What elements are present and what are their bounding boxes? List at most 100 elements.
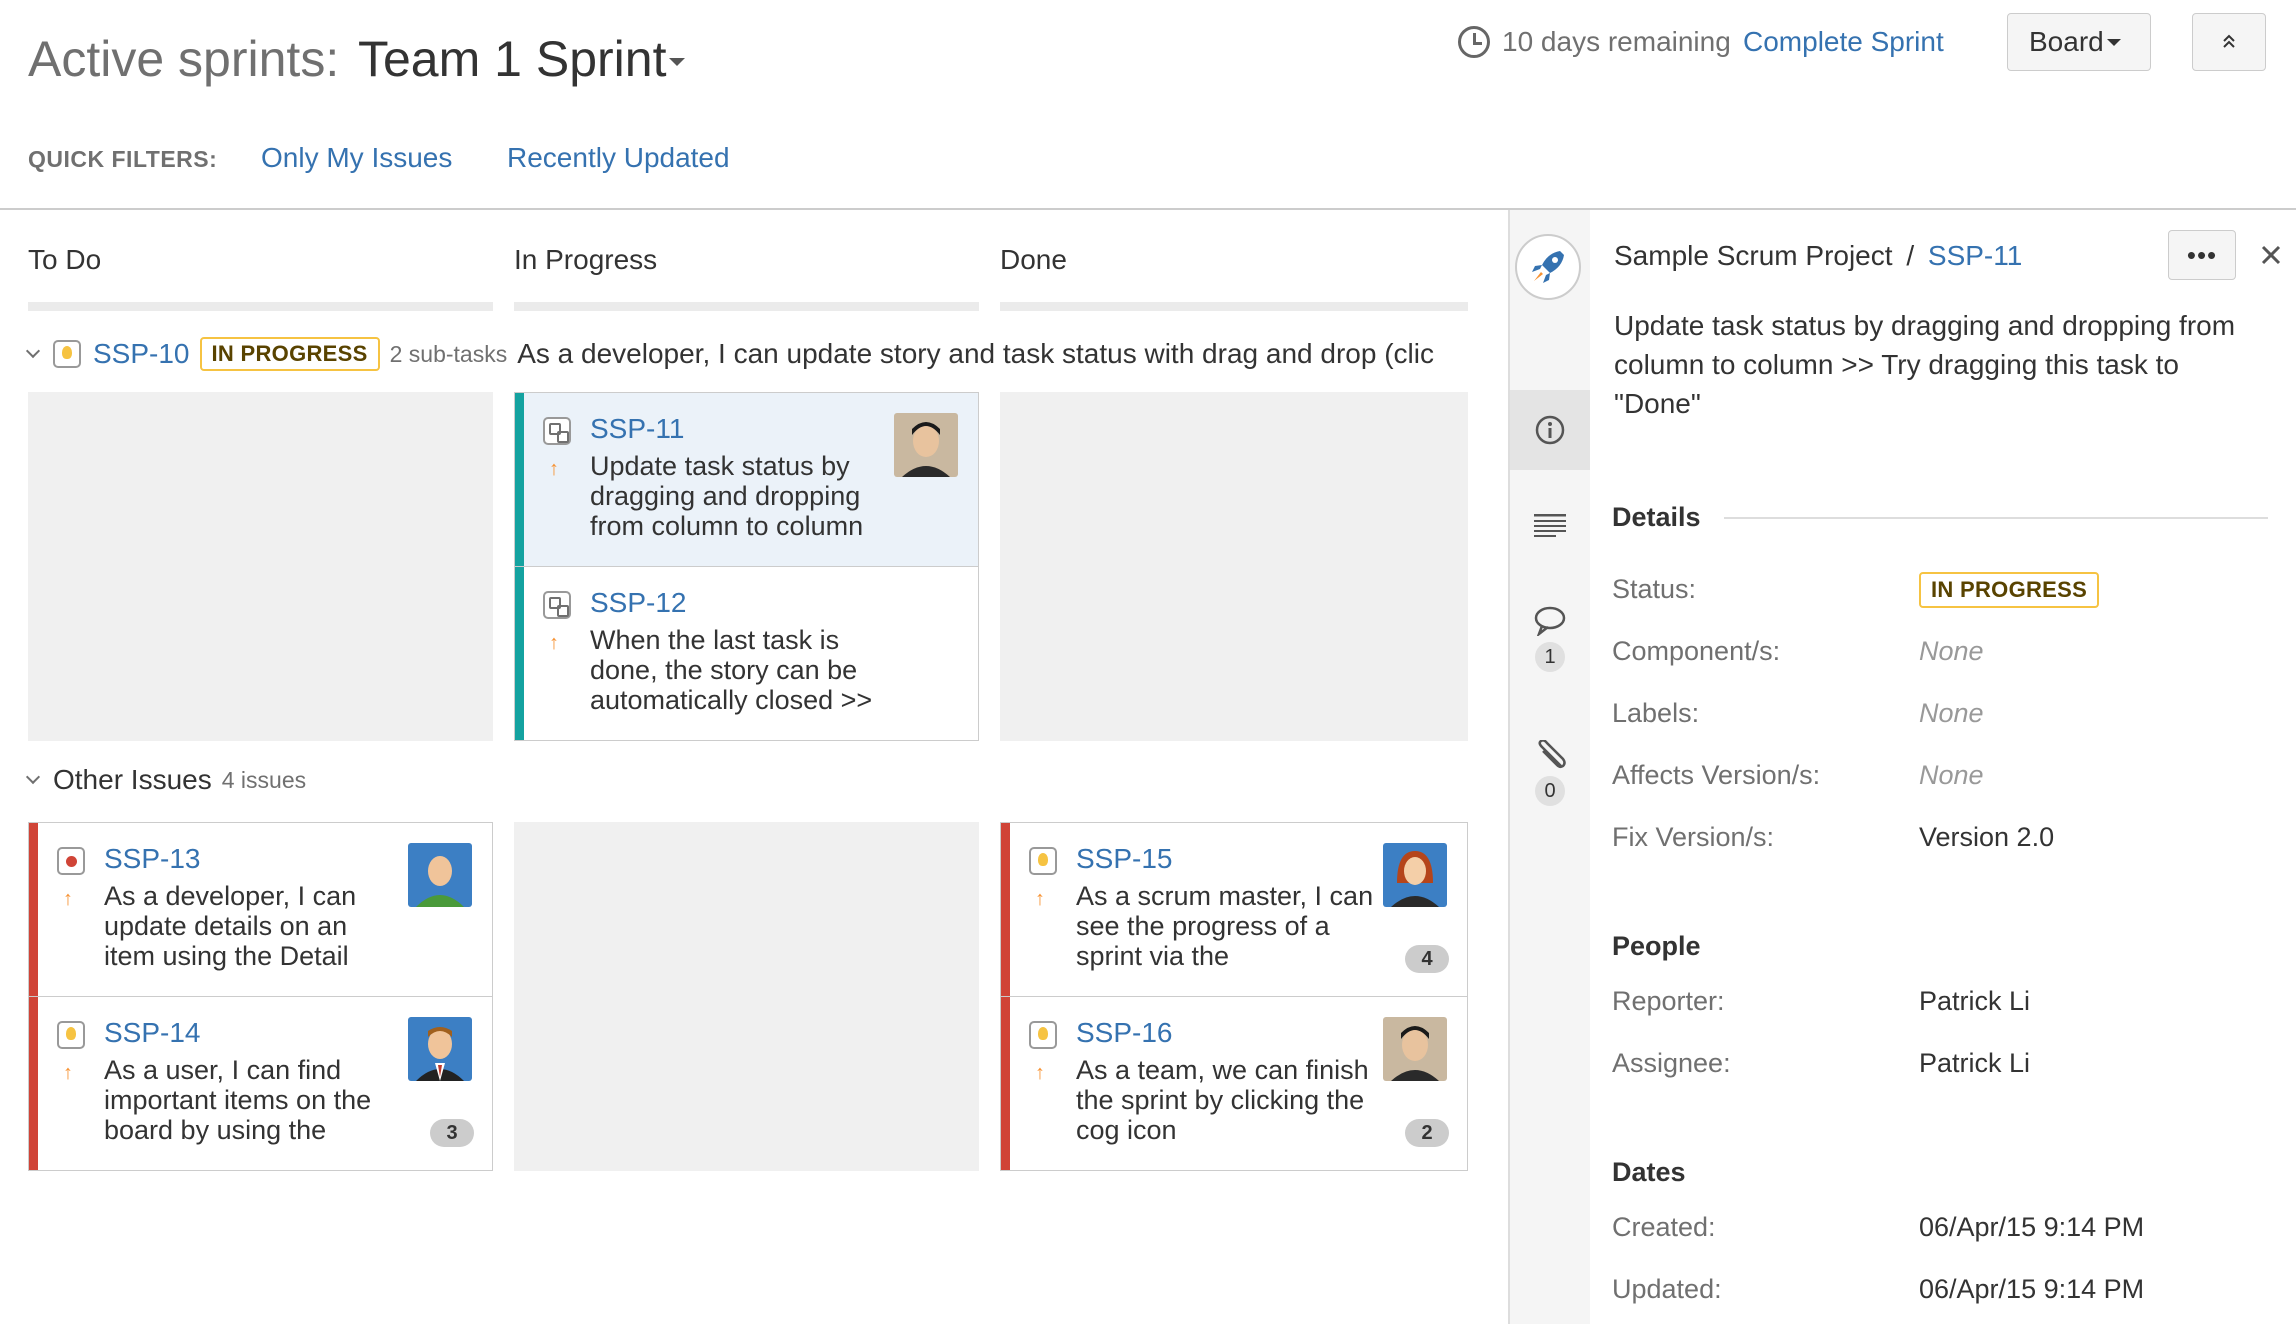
updated-label: Updated: xyxy=(1612,1274,1722,1304)
breadcrumb-issue-key[interactable]: SSP-11 xyxy=(1928,240,2022,271)
quick-filters-label: QUICK FILTERS: xyxy=(28,146,218,172)
project-avatar xyxy=(1515,234,1581,300)
story-icon xyxy=(53,340,81,368)
chevron-down-icon[interactable] xyxy=(669,58,685,66)
priority-arrow-icon: ↑ xyxy=(1035,1062,1045,1084)
issue-card[interactable]: ↑ SSP-11 Update task status by dragging … xyxy=(514,392,979,567)
swimlane-header-other[interactable]: Other Issues 4 issues xyxy=(25,764,307,796)
filter-recently-updated[interactable]: Recently Updated xyxy=(507,142,730,174)
rocket-icon xyxy=(1532,251,1564,283)
story-icon xyxy=(57,1021,85,1049)
column-progress-bar xyxy=(28,302,493,311)
column-header-todo: To Do xyxy=(28,244,102,275)
card-grabber[interactable] xyxy=(515,393,524,566)
status-badge[interactable]: IN PROGRESS xyxy=(1919,572,2100,608)
tab-attachments[interactable]: 0 xyxy=(1510,740,1590,806)
issue-count: 4 issues xyxy=(221,766,307,793)
chevron-down-icon[interactable] xyxy=(25,343,41,359)
complete-sprint-link[interactable]: Complete Sprint xyxy=(1743,26,1944,58)
more-actions-button[interactable]: ••• xyxy=(2168,230,2236,280)
card-issue-key[interactable]: SSP-12 xyxy=(590,587,687,619)
days-remaining: 10 days remaining xyxy=(1502,26,1731,57)
card-issue-key[interactable]: SSP-13 xyxy=(104,843,201,875)
attachment-count: 0 xyxy=(1535,776,1565,806)
assignee-value[interactable]: Patrick Li xyxy=(1919,1048,2030,1079)
card-grabber[interactable] xyxy=(29,997,38,1170)
close-detail-button[interactable] xyxy=(2256,240,2286,270)
reporter-value[interactable]: Patrick Li xyxy=(1919,986,2030,1017)
assignee-avatar xyxy=(408,1017,472,1081)
status-badge: IN PROGRESS xyxy=(199,337,380,371)
board-button[interactable]: Board xyxy=(2007,13,2151,71)
labels-value[interactable]: None xyxy=(1919,698,1984,729)
swimlane-issue-key[interactable]: SSP-10 xyxy=(93,338,190,370)
affects-version-value[interactable]: None xyxy=(1919,760,1984,791)
components-label: Component/s: xyxy=(1612,636,1781,666)
breadcrumb-project[interactable]: Sample Scrum Project xyxy=(1614,240,1893,271)
sprint-selector[interactable]: Team 1 Sprint xyxy=(358,30,666,88)
priority-arrow-icon: ↑ xyxy=(549,632,559,654)
card-issue-key[interactable]: SSP-14 xyxy=(104,1017,201,1049)
assignee-label: Assignee: xyxy=(1612,1048,1731,1078)
issue-card[interactable]: ↑ SSP-16 As a team, we can finish the sp… xyxy=(1000,996,1468,1171)
subtask-count-badge: 4 xyxy=(1405,945,1449,973)
column-cell-done xyxy=(1000,392,1468,741)
column-cell-todo xyxy=(28,392,493,741)
subtask-count: 2 sub-tasks xyxy=(389,340,508,367)
close-icon xyxy=(2261,245,2281,265)
swimlane-summary: As a developer, I can update story and t… xyxy=(517,338,1434,369)
card-grabber[interactable] xyxy=(1001,997,1010,1170)
chevron-down-icon[interactable] xyxy=(25,769,41,785)
updated-value: 06/Apr/15 9:14 PM xyxy=(1919,1274,2145,1304)
column-header-done: Done xyxy=(1000,244,1067,275)
dates-heading: Dates xyxy=(1612,1157,1686,1187)
card-grabber[interactable] xyxy=(515,567,524,740)
card-summary: As a team, we can finish the sprint by c… xyxy=(1076,1055,1369,1145)
status-label: Status: xyxy=(1612,574,1697,604)
double-chevron-up-icon xyxy=(2223,34,2235,48)
card-summary: When the last task is done, the story ca… xyxy=(590,625,873,715)
section-divider xyxy=(1724,517,2268,519)
card-summary: As a developer, I can update details on … xyxy=(104,881,357,971)
collapse-header-button[interactable] xyxy=(2192,13,2266,71)
card-summary: As a scrum master, I can see the progres… xyxy=(1076,881,1374,971)
card-grabber[interactable] xyxy=(29,823,38,996)
issue-card[interactable]: ↑ SSP-13 As a developer, I can update de… xyxy=(28,822,493,997)
detail-summary[interactable]: Update task status by dragging and dropp… xyxy=(1614,306,2264,423)
clock-icon xyxy=(1458,26,1490,58)
column-header-in-progress: In Progress xyxy=(514,244,658,275)
subtask-count-badge: 3 xyxy=(430,1119,474,1147)
subtask-icon xyxy=(543,591,571,619)
card-summary: Update task status by dragging and dropp… xyxy=(590,451,864,541)
fix-version-value[interactable]: Version 2.0 xyxy=(1919,822,2054,853)
people-heading: People xyxy=(1612,931,1701,961)
created-label: Created: xyxy=(1612,1212,1716,1242)
assignee-avatar xyxy=(408,843,472,907)
reporter-label: Reporter: xyxy=(1612,986,1725,1016)
chevron-down-icon xyxy=(2107,39,2121,46)
issue-card[interactable]: ↑ SSP-12 When the last task is done, the… xyxy=(514,566,979,741)
swimlane-header[interactable]: SSP-10 IN PROGRESS 2 sub-tasks As a deve… xyxy=(25,336,1477,372)
components-value[interactable]: None xyxy=(1919,636,1984,667)
labels-label: Labels: xyxy=(1612,698,1700,728)
tab-details[interactable] xyxy=(1510,390,1590,470)
card-grabber[interactable] xyxy=(1001,823,1010,996)
card-issue-key[interactable]: SSP-16 xyxy=(1076,1017,1173,1049)
affects-version-label: Affects Version/s: xyxy=(1612,760,1821,790)
tab-description[interactable] xyxy=(1510,505,1590,545)
card-issue-key[interactable]: SSP-11 xyxy=(590,413,684,445)
subtask-count-badge: 2 xyxy=(1405,1119,1449,1147)
assignee-avatar xyxy=(1383,843,1447,907)
filter-only-my-issues[interactable]: Only My Issues xyxy=(261,142,452,174)
priority-arrow-icon: ↑ xyxy=(549,458,559,480)
column-cell-in-progress xyxy=(514,822,979,1171)
issue-card[interactable]: ↑ SSP-14 As a user, I can find important… xyxy=(28,996,493,1171)
story-icon xyxy=(1029,847,1057,875)
comment-count: 1 xyxy=(1535,642,1565,672)
issue-card[interactable]: ↑ SSP-15 As a scrum master, I can see th… xyxy=(1000,822,1468,997)
header-divider xyxy=(0,208,2296,210)
bug-icon xyxy=(57,847,85,875)
card-issue-key[interactable]: SSP-15 xyxy=(1076,843,1173,875)
swimlane-title: Other Issues xyxy=(53,764,212,795)
tab-comments[interactable]: 1 xyxy=(1510,606,1590,672)
